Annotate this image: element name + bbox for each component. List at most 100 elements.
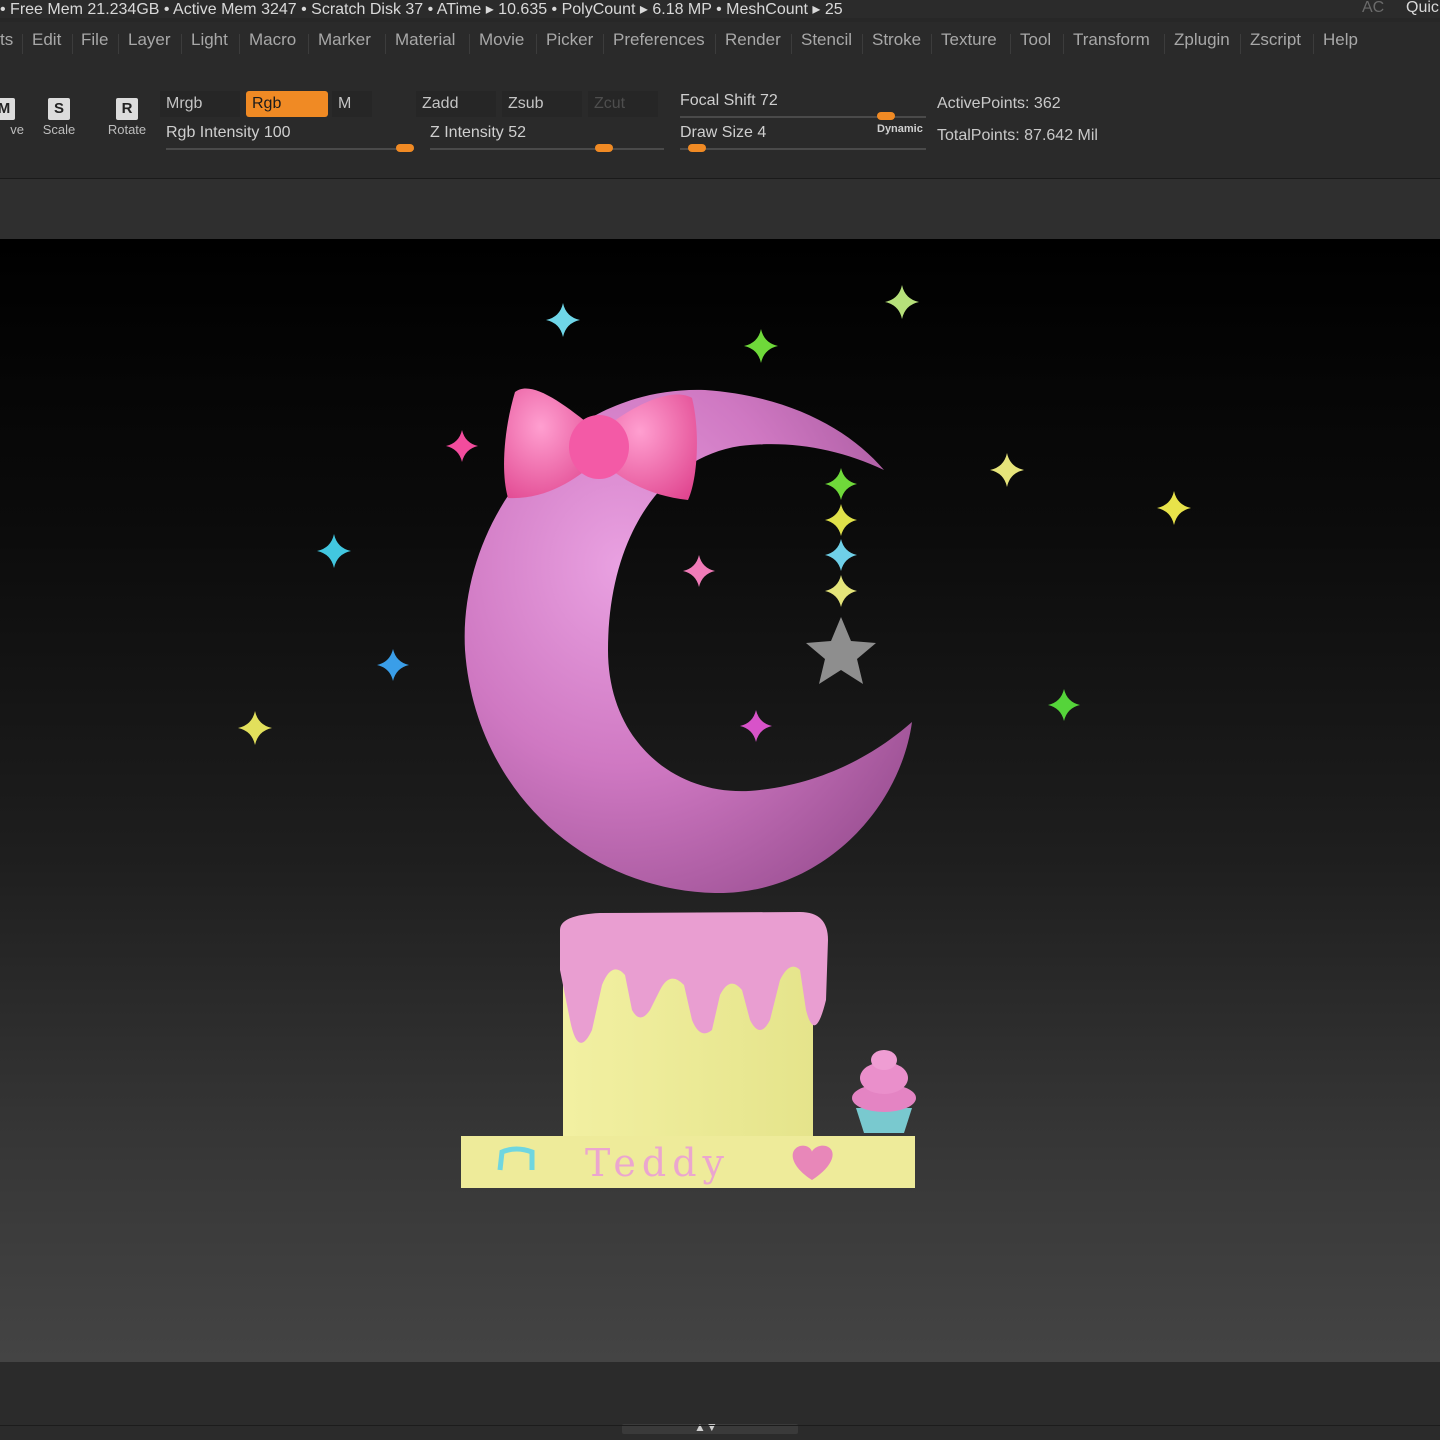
focal-shift-knob[interactable]	[877, 112, 896, 120]
move-button[interactable]: M ve	[0, 98, 30, 154]
menu-edit[interactable]: Edit	[32, 30, 61, 50]
menu-alphas[interactable]: ts	[0, 30, 13, 50]
sparkle	[377, 649, 409, 681]
sparkle	[740, 710, 772, 742]
menu-divider	[715, 34, 716, 54]
status-bar: • Free Mem 21.234GB • Active Mem 3247 • …	[0, 0, 1440, 18]
scale-icon: S	[48, 98, 70, 120]
cupcake	[852, 1050, 916, 1133]
sparkle	[1048, 689, 1080, 721]
move-icon: M	[0, 98, 15, 120]
menu-preferences[interactable]: Preferences	[613, 30, 705, 50]
sparkle	[744, 329, 778, 363]
rgb-intensity-track	[166, 148, 414, 150]
quicksave-button[interactable]: Quic	[1406, 0, 1439, 17]
sparkle	[990, 453, 1024, 487]
menu-divider	[308, 34, 309, 54]
menu-stencil[interactable]: Stencil	[801, 30, 852, 50]
z-intensity-track	[430, 148, 664, 150]
menu-divider	[118, 34, 119, 54]
bottom-shelf: ▲▼	[0, 1362, 1440, 1440]
menu-zplugin[interactable]: Zplugin	[1174, 30, 1230, 50]
rgb-button[interactable]: Rgb	[246, 91, 328, 117]
menu-texture[interactable]: Texture	[941, 30, 997, 50]
mrgb-button[interactable]: Mrgb	[160, 91, 240, 117]
menu-divider	[22, 34, 23, 54]
m-button[interactable]: M	[332, 91, 372, 117]
scale-label: Scale	[42, 122, 76, 137]
rotate-label: Rotate	[107, 122, 147, 137]
menu-divider	[862, 34, 863, 54]
rotate-icon: R	[116, 98, 138, 120]
focal-shift-label: Focal Shift 72	[680, 92, 778, 109]
document-canvas[interactable]: Teddy	[0, 239, 1440, 1362]
menu-divider	[1164, 34, 1165, 54]
sparkle	[546, 303, 580, 337]
menu-render[interactable]: Render	[725, 30, 781, 50]
active-points-readout: ActivePoints: 362	[937, 95, 1061, 112]
sparkle	[317, 534, 351, 568]
menu-divider	[603, 34, 604, 54]
top-toolbar: M ve S Scale R Rotate Mrgb Rgb M Rgb Int…	[0, 60, 1440, 230]
rgb-intensity-knob[interactable]	[396, 144, 414, 152]
sparkle	[825, 504, 857, 536]
scale-button[interactable]: S Scale	[33, 98, 85, 154]
draw-size-knob[interactable]	[688, 144, 707, 152]
menu-divider	[239, 34, 240, 54]
sparkle	[1157, 491, 1191, 525]
menu-divider	[469, 34, 470, 54]
sparkle	[825, 468, 857, 500]
menu-help[interactable]: Help	[1323, 30, 1358, 50]
menu-divider	[1240, 34, 1241, 54]
sparkle	[885, 285, 919, 319]
menu-divider	[72, 34, 73, 54]
z-intensity-label: Z Intensity 52	[430, 124, 527, 141]
menu-stroke[interactable]: Stroke	[872, 30, 921, 50]
menu-zscript[interactable]: Zscript	[1250, 30, 1301, 50]
menu-light[interactable]: Light	[191, 30, 228, 50]
menu-divider	[1063, 34, 1064, 54]
menu-divider	[1313, 34, 1314, 54]
z-intensity-knob[interactable]	[594, 144, 613, 152]
menu-material[interactable]: Material	[395, 30, 455, 50]
menu-divider	[385, 34, 386, 54]
menu-file[interactable]: File	[81, 30, 108, 50]
bottom-divider	[0, 1425, 1440, 1426]
sparkle	[446, 430, 478, 462]
menu-divider	[181, 34, 182, 54]
expand-arrows-icon: ▲▼	[694, 1420, 718, 1434]
sparkle	[825, 575, 857, 607]
menu-divider	[791, 34, 792, 54]
draw-size-label: Draw Size 4	[680, 124, 767, 141]
draw-size-slider[interactable]: Draw Size 4	[680, 124, 926, 154]
main-menu-bar: ts Edit File Layer Light Macro Marker Ma…	[0, 22, 1440, 60]
grey-star	[806, 617, 876, 684]
menu-divider	[536, 34, 537, 54]
z-intensity-slider[interactable]: Z Intensity 52	[430, 124, 664, 154]
zadd-button[interactable]: Zadd	[416, 91, 496, 117]
zsub-button[interactable]: Zsub	[502, 91, 582, 117]
menu-layer[interactable]: Layer	[128, 30, 171, 50]
teddy-text: Teddy	[585, 1141, 730, 1185]
move-label: ve	[10, 122, 24, 137]
menu-tool[interactable]: Tool	[1020, 30, 1051, 50]
rgb-intensity-slider[interactable]: Rgb Intensity 100	[166, 124, 414, 154]
sparkles	[238, 285, 1191, 745]
zcut-button[interactable]: Zcut	[588, 91, 658, 117]
menu-divider	[1010, 34, 1011, 54]
menu-marker[interactable]: Marker	[318, 30, 371, 50]
model-viewport[interactable]: Teddy	[0, 239, 1440, 1362]
focal-shift-slider[interactable]: Focal Shift 72	[680, 92, 926, 122]
rotate-button[interactable]: R Rotate	[101, 98, 153, 154]
sparkle	[238, 711, 272, 745]
menu-movie[interactable]: Movie	[479, 30, 524, 50]
sub-toolbar	[0, 179, 1440, 239]
menu-macro[interactable]: Macro	[249, 30, 296, 50]
menu-picker[interactable]: Picker	[546, 30, 593, 50]
ac-indicator: AC	[1362, 0, 1385, 16]
rgb-intensity-label: Rgb Intensity 100	[166, 124, 291, 141]
menu-transform[interactable]: Transform	[1073, 30, 1150, 50]
menu-divider	[931, 34, 932, 54]
sparkle	[683, 555, 715, 587]
draw-size-track	[680, 148, 926, 150]
